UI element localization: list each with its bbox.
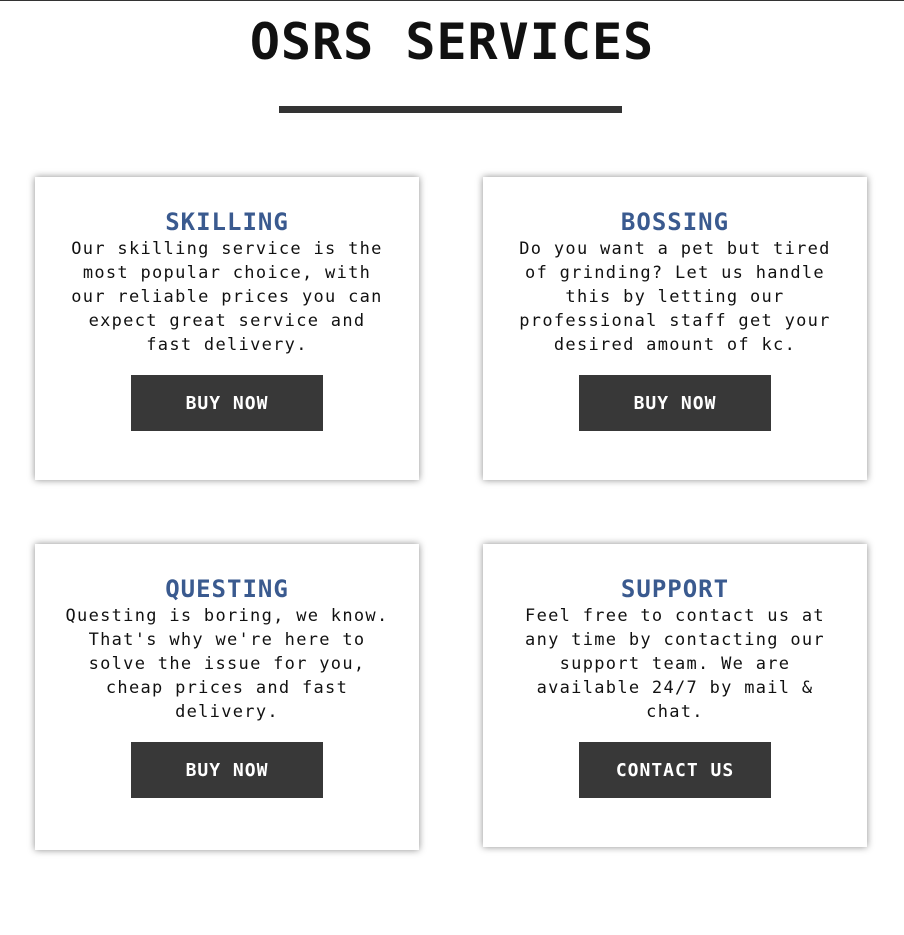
card-title: QUESTING xyxy=(165,575,289,603)
service-card-support: SUPPORT Feel free to contact us at any t… xyxy=(483,544,867,847)
service-card-bossing: BOSSING Do you want a pet but tired of g… xyxy=(483,177,867,480)
card-description: Do you want a pet but tired of grinding?… xyxy=(519,239,831,355)
buy-now-button-skilling[interactable]: BUY NOW xyxy=(131,375,323,431)
contact-us-button[interactable]: CONTACT US xyxy=(579,742,771,798)
buy-now-button-bossing[interactable]: BUY NOW xyxy=(579,375,771,431)
buy-now-button-questing[interactable]: BUY NOW xyxy=(131,742,323,798)
card-title: SKILLING xyxy=(165,208,289,236)
service-card-questing: QUESTING Questing is boring, we know. Th… xyxy=(35,544,419,850)
page-title: OSRS SERVICES xyxy=(249,13,655,71)
card-title: BOSSING xyxy=(620,208,730,236)
card-title: SUPPORT xyxy=(620,575,730,603)
card-description: Feel free to contact us at any time by c… xyxy=(525,606,825,722)
top-border xyxy=(0,0,904,1)
card-description: Questing is boring, we know. That's why … xyxy=(65,606,389,722)
title-underline xyxy=(279,106,622,113)
card-description: Our skilling service is the most popular… xyxy=(71,239,383,355)
service-card-skilling: SKILLING Our skilling service is the mos… xyxy=(35,177,419,480)
